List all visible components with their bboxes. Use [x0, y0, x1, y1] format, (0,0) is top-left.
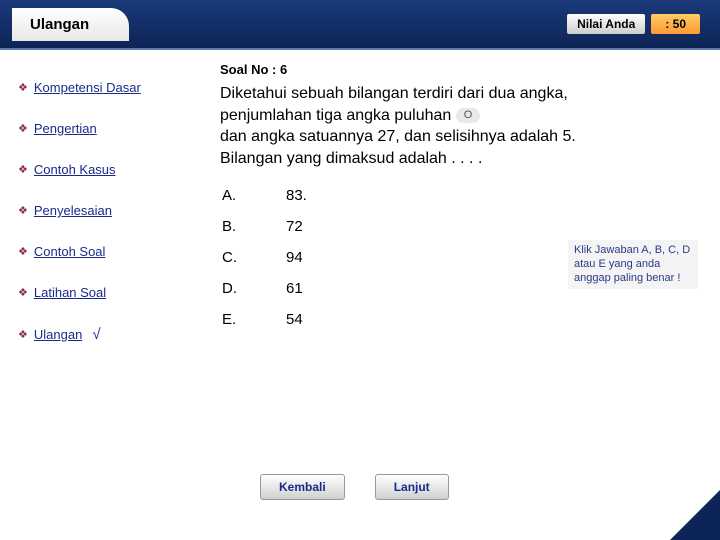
option-letter: B.	[222, 218, 246, 235]
header: Ulangan Nilai Anda : 50	[0, 0, 720, 50]
page-tab: Ulangan	[12, 8, 129, 41]
option-letter: D.	[222, 280, 246, 297]
nav-label: Kompetensi Dasar	[34, 80, 141, 95]
question-number: Soal No : 6	[220, 62, 700, 77]
option-a[interactable]: A. 83.	[222, 187, 700, 204]
option-b[interactable]: B. 72	[222, 218, 700, 235]
option-letter: C.	[222, 249, 246, 266]
option-letter: A.	[222, 187, 246, 204]
option-letter: E.	[222, 311, 246, 328]
hint-text: Klik Jawaban A, B, C, D atau E yang anda…	[568, 240, 698, 289]
question-line: Bilangan yang dimaksud adalah . . . .	[220, 150, 482, 167]
next-button[interactable]: Lanjut	[375, 474, 449, 500]
option-value: 54	[286, 311, 303, 328]
check-icon: √	[92, 326, 100, 343]
diamond-icon: ❖	[18, 286, 28, 299]
diamond-icon: ❖	[18, 204, 28, 217]
score-value: : 50	[651, 14, 700, 34]
nav-label: Latihan Soal	[34, 285, 106, 300]
option-e[interactable]: E. 54	[222, 311, 700, 328]
main-content: Soal No : 6 Diketahui sebuah bilangan te…	[200, 50, 720, 540]
score-box: Nilai Anda : 50	[567, 14, 700, 34]
nav-penyelesaian[interactable]: ❖ Penyelesaian	[18, 203, 190, 218]
score-label: Nilai Anda	[567, 14, 645, 34]
footer-buttons: Kembali Lanjut	[260, 474, 449, 500]
nav-contoh-soal[interactable]: ❖ Contoh Soal	[18, 244, 190, 259]
nav-label: Pengertian	[34, 121, 97, 136]
question-line: Diketahui sebuah bilangan terdiri dari d…	[220, 85, 568, 102]
nav-label: Contoh Soal	[34, 244, 106, 259]
back-button[interactable]: Kembali	[260, 474, 345, 500]
nav-label: Ulangan	[34, 327, 82, 342]
nav-label: Contoh Kasus	[34, 162, 116, 177]
question-inline-badge: O	[456, 108, 481, 123]
question-line: penjumlahan tiga angka puluhan	[220, 107, 451, 124]
nav-pengertian[interactable]: ❖ Pengertian	[18, 121, 190, 136]
option-value: 61	[286, 280, 303, 297]
option-value: 72	[286, 218, 303, 235]
nav-label: Penyelesaian	[34, 203, 112, 218]
nav-latihan-soal[interactable]: ❖ Latihan Soal	[18, 285, 190, 300]
option-value: 83.	[286, 187, 307, 204]
nav-ulangan[interactable]: ❖ Ulangan √	[18, 326, 190, 343]
corner-decoration	[670, 490, 720, 540]
diamond-icon: ❖	[18, 245, 28, 258]
diamond-icon: ❖	[18, 328, 28, 341]
question-text: Diketahui sebuah bilangan terdiri dari d…	[220, 83, 680, 169]
sidebar: ❖ Kompetensi Dasar ❖ Pengertian ❖ Contoh…	[0, 50, 200, 540]
diamond-icon: ❖	[18, 122, 28, 135]
diamond-icon: ❖	[18, 81, 28, 94]
diamond-icon: ❖	[18, 163, 28, 176]
nav-contoh-kasus[interactable]: ❖ Contoh Kasus	[18, 162, 190, 177]
question-line: dan angka satuannya 27, dan selisihnya a…	[220, 128, 576, 145]
nav-kompetensi-dasar[interactable]: ❖ Kompetensi Dasar	[18, 80, 190, 95]
option-value: 94	[286, 249, 303, 266]
